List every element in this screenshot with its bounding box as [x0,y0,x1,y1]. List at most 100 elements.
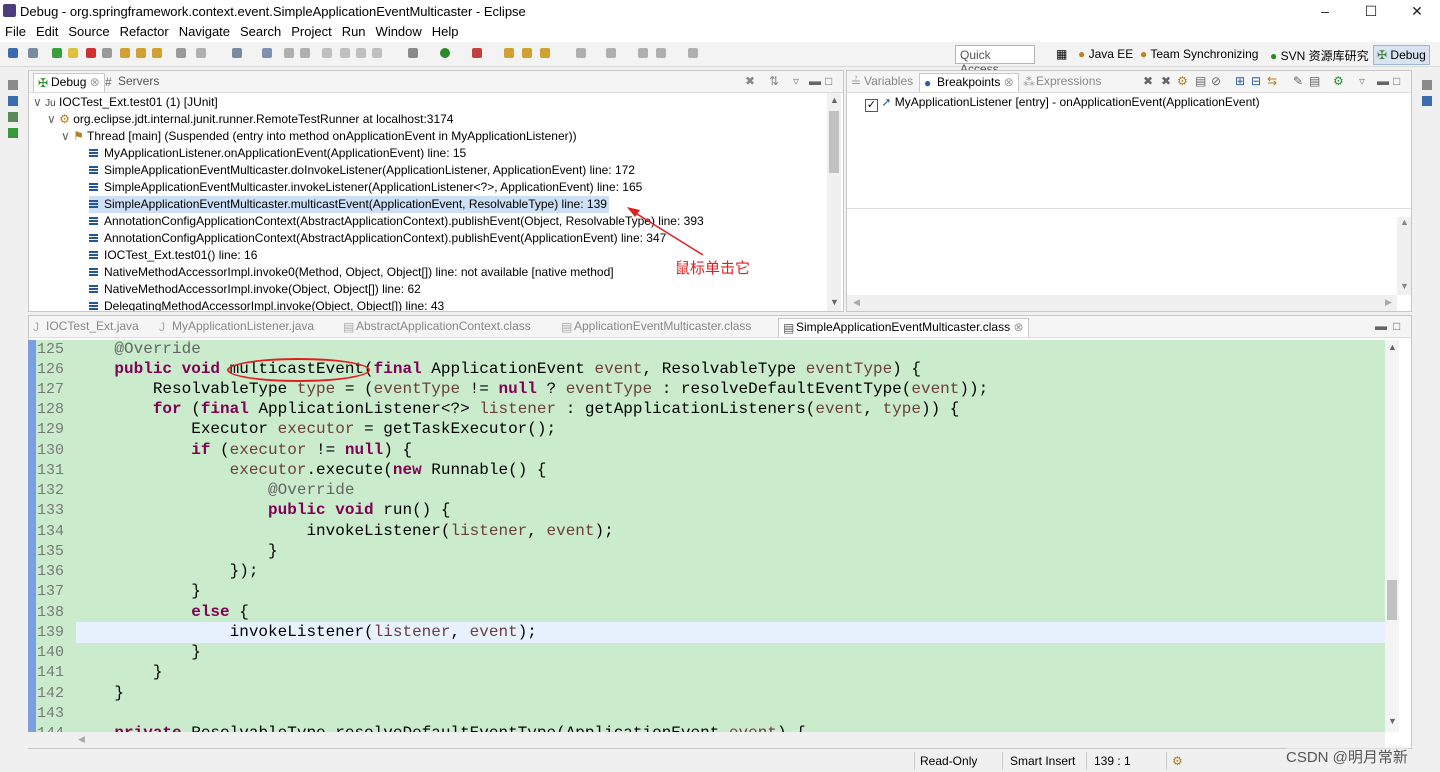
perspective-java-ee[interactable]: ● Java EE [1078,47,1133,61]
java-exception-icon[interactable]: ✎ [1293,74,1303,88]
goto-file-icon[interactable]: ▤ [1195,74,1206,88]
remove-breakpoint-icon[interactable]: ✖ [1143,74,1153,88]
print-icon[interactable] [300,48,310,58]
perspective-team-sync[interactable]: ● Team Synchronizing [1140,47,1258,61]
import-icon[interactable]: ▤ [1309,74,1320,88]
forward-icon[interactable] [688,48,698,58]
open-perspective-icon[interactable]: ▦ [1056,47,1067,61]
tab-simpleapplicationeventmulticaster-class[interactable]: ▤ SimpleApplicationEventMulticaster.class… [778,318,1029,337]
tab-ioctest-ext-java[interactable]: J IOCTest_Ext.java [33,319,139,334]
restore-icon[interactable] [8,80,18,90]
remove-all-breakpoints-icon[interactable]: ✖ [1161,74,1171,88]
run-icon[interactable] [440,48,450,58]
toolbar-icon-a[interactable] [322,48,332,58]
stack-frame-row[interactable]: AnnotationConfigApplicationContext(Abstr… [89,213,704,230]
close-tab-icon[interactable]: ⊗ [90,75,100,89]
toolbar-icon-b[interactable] [340,48,350,58]
stack-frame-row[interactable]: DelegatingMethodAccessorImpl.invoke(Obje… [89,298,444,311]
external-tools-icon[interactable] [472,48,482,58]
tree-launch-row[interactable]: ∨ Ju IOCTest_Ext.test01 (1) [JUnit] [33,94,218,111]
save-icon[interactable] [284,48,294,58]
tab-myapplicationlistener-java[interactable]: J MyApplicationListener.java [159,319,314,334]
step-into-icon[interactable] [120,48,130,58]
scroll-down-icon[interactable]: ▼ [1388,716,1397,726]
menu-help[interactable]: Help [427,22,464,39]
scroll-right-icon[interactable]: ▶ [1385,297,1392,308]
outline-icon[interactable] [8,112,18,122]
remove-terminated-icon[interactable]: ✖ [745,74,755,88]
scroll-up-icon[interactable]: ▲ [830,95,839,105]
stack-frame-row[interactable]: IOCTest_Ext.test01() line: 16 [89,247,257,264]
step-return-icon[interactable] [152,48,162,58]
minimize-view-icon[interactable]: ▬ [809,74,821,88]
view-menu-icon[interactable]: ▿ [793,74,799,88]
use-step-filters-icon[interactable] [196,48,206,58]
maximize-button[interactable]: ☐ [1348,0,1394,22]
minimize-view-icon[interactable]: ▬ [1377,74,1389,88]
terminate-icon[interactable] [86,48,96,58]
new-icon[interactable] [8,48,18,58]
detail-pane-hscrollbar[interactable]: ◀ ▶ [847,295,1397,311]
tab-expressions[interactable]: ⁂Expressions [1023,74,1101,89]
scroll-left-icon[interactable]: ◀ [78,734,85,745]
close-button[interactable]: ✕ [1394,0,1440,22]
tab-applicationeventmulticaster-class[interactable]: ▤ ApplicationEventMulticaster.class [561,319,751,334]
menu-project[interactable]: Project [286,22,336,39]
menu-source[interactable]: Source [63,22,114,39]
disconnect-icon[interactable] [102,48,112,58]
restore-right-icon[interactable] [1422,80,1432,90]
resume-icon[interactable] [52,48,62,58]
tab-variables[interactable]: ≟ Variables [851,74,913,89]
tab-servers[interactable]: # Servers [105,74,159,89]
tasks-icon[interactable] [8,128,18,138]
new-server-icon[interactable] [232,48,242,58]
pen-icon[interactable] [540,48,550,58]
scroll-down-icon[interactable]: ▼ [1400,281,1409,291]
minimize-editor-icon[interactable]: ▬ [1375,319,1387,333]
menu-file[interactable]: File [0,22,31,39]
drop-to-frame-icon[interactable] [176,48,186,58]
scroll-thumb[interactable] [1387,580,1397,620]
quick-access-input[interactable]: Quick Access [955,45,1035,76]
collapse-all-icon[interactable]: ⊟ [1251,74,1261,88]
breakpoint-checkbox[interactable]: ✓ [865,99,878,112]
annotation-prev-icon[interactable] [606,48,616,58]
console-icon[interactable] [8,96,18,106]
close-tab-icon[interactable]: ⊗ [1004,75,1014,89]
stack-frame-row[interactable]: NativeMethodAccessorImpl.invoke(Object, … [89,281,421,298]
menu-window[interactable]: Window [371,22,427,39]
last-edit-icon[interactable] [638,48,648,58]
menu-run[interactable]: Run [337,22,371,39]
open-type-icon[interactable] [262,48,272,58]
scroll-down-icon[interactable]: ▼ [830,297,839,307]
collapse-icon[interactable]: ⇅ [769,74,779,88]
stack-frame-row[interactable]: NativeMethodAccessorImpl.invoke0(Method,… [89,264,614,281]
tree-target-row[interactable]: ∨ ⚙ org.eclipse.jdt.internal.junit.runne… [47,111,453,128]
view-menu-icon[interactable]: ▿ [1359,74,1365,88]
outline-right-icon[interactable] [1422,96,1432,106]
group-by-icon[interactable]: ⚙ [1333,74,1344,88]
new-java-project-icon[interactable] [504,48,514,58]
expand-all-icon[interactable]: ⊞ [1235,74,1245,88]
toolbar-icon-d[interactable] [372,48,382,58]
debug-run-icon[interactable] [408,48,418,58]
toolbar-icon-c[interactable] [356,48,366,58]
close-tab-icon[interactable]: ⊗ [1013,320,1023,334]
tab-abstractapplicationcontext-class[interactable]: ▤ AbstractApplicationContext.class [343,319,531,334]
scroll-thumb[interactable] [829,111,839,173]
perspective-debug[interactable]: ✠ Debug [1373,45,1430,65]
stack-frame-row[interactable]: SimpleApplicationEventMulticaster.doInvo… [89,162,635,179]
scroll-up-icon[interactable]: ▲ [1388,342,1397,352]
stack-frame-row[interactable]: AnnotationConfigApplicationContext(Abstr… [89,230,666,247]
progress-icon[interactable]: ⚙ [1172,754,1183,768]
menu-refactor[interactable]: Refactor [115,22,174,39]
menu-edit[interactable]: Edit [31,22,63,39]
tab-breakpoints[interactable]: ● Breakpoints ⊗ [919,73,1019,92]
step-over-icon[interactable] [136,48,146,58]
open-folder-icon[interactable] [522,48,532,58]
skip-all-icon[interactable]: ⊘ [1211,74,1221,88]
menu-search[interactable]: Search [235,22,286,39]
stack-frame-row-selected[interactable]: SimpleApplicationEventMulticaster.multic… [89,196,609,213]
menu-navigate[interactable]: Navigate [174,22,235,39]
perspective-svn[interactable]: ● SVN 资源库研究 [1270,47,1369,64]
